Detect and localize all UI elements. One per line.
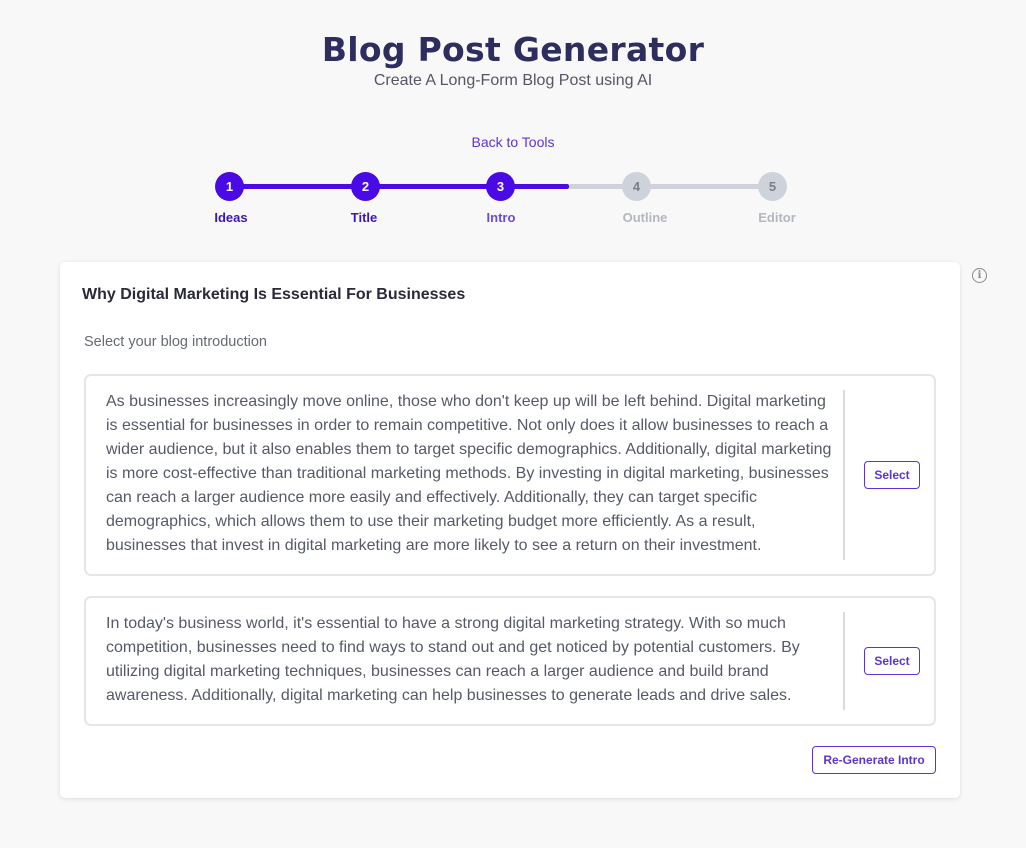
step-1-label: Ideas xyxy=(214,210,248,225)
progress-stepper: 1 2 3 4 5 Ideas Title Intro Outline Edit… xyxy=(214,172,796,232)
stepper-track-completed xyxy=(229,184,569,189)
intro-option-2-text: In today's business world, it's essentia… xyxy=(106,615,800,704)
step-4-dot[interactable]: 4 xyxy=(622,172,651,201)
step-2-label: Title xyxy=(350,210,378,225)
blog-title-heading: Why Digital Marketing Is Essential For B… xyxy=(82,286,466,303)
step-1-dot[interactable]: 1 xyxy=(215,172,244,201)
intro-selection-card: Why Digital Marketing Is Essential For B… xyxy=(60,262,960,798)
step-2-dot[interactable]: 2 xyxy=(351,172,380,201)
select-intro-1-button[interactable]: Select xyxy=(864,461,920,489)
stepper-track-remaining xyxy=(569,184,775,189)
select-intro-2-button[interactable]: Select xyxy=(864,647,920,675)
step-3-dot[interactable]: 3 xyxy=(486,172,515,201)
page-title: Blog Post Generator xyxy=(321,30,705,69)
option-divider xyxy=(843,390,845,560)
intro-option-1-text: As businesses increasingly move online, … xyxy=(106,393,832,554)
intro-option-2: In today's business world, it's essentia… xyxy=(84,596,936,726)
page-subtitle: Create A Long-Form Blog Post using AI xyxy=(373,72,653,89)
step-3-label: Intro xyxy=(486,210,516,225)
info-circle-icon[interactable]: i xyxy=(972,268,987,283)
back-to-tools-link[interactable]: Back to Tools xyxy=(0,134,1026,150)
regenerate-intro-button[interactable]: Re-Generate Intro xyxy=(812,746,936,774)
step-4-label: Outline xyxy=(622,210,668,225)
step-5-label: Editor xyxy=(758,210,796,225)
select-intro-hint: Select your blog introduction xyxy=(84,334,267,350)
step-5-dot[interactable]: 5 xyxy=(758,172,787,201)
option-divider xyxy=(843,612,845,710)
intro-option-1: As businesses increasingly move online, … xyxy=(84,374,936,576)
